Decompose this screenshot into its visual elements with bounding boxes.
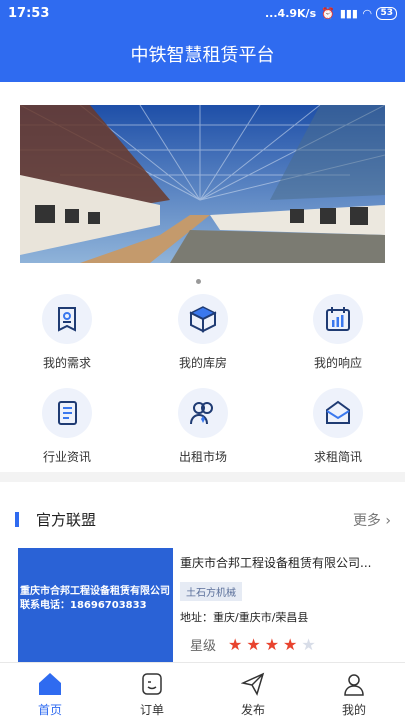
alarm-icon: ⏰ — [321, 6, 335, 20]
news-icon — [58, 401, 77, 425]
tab-orders[interactable]: 订单 — [122, 671, 182, 718]
battery-icon: 53 — [376, 6, 397, 20]
section-accent-bar — [15, 512, 19, 527]
order-icon — [142, 673, 162, 695]
star-rating: ★★★★★ — [228, 635, 320, 654]
more-link[interactable]: 更多 › — [353, 510, 391, 530]
send-icon — [241, 672, 265, 696]
box-icon — [189, 306, 217, 333]
carousel-indicator[interactable] — [196, 279, 201, 284]
star-icon: ★ — [264, 635, 284, 654]
bottom-tab-bar: 首页 订单 发布 我的 — [0, 662, 405, 720]
user-icon — [344, 674, 364, 696]
section-title: 官方联盟 — [36, 511, 97, 529]
status-bar: 17:53 ...4.9K/s ⏰ ▮▮▮ ◠ 53 — [0, 0, 405, 26]
network-speed: ...4.9K/s — [265, 6, 317, 20]
company-name: 重庆市合邦工程设备租赁有限公司... — [180, 556, 372, 570]
grid-item-label: 行业资讯 — [42, 450, 91, 464]
divider — [0, 472, 405, 482]
banner-carousel[interactable] — [20, 105, 385, 263]
grid-item-label: 求租简讯 — [313, 450, 362, 464]
tab-mine[interactable]: 我的 — [324, 671, 384, 718]
signal-icon: ▮▮▮ — [339, 6, 358, 20]
company-address: 地址：重庆/重庆市/荣昌县 — [180, 611, 309, 624]
grid-item-label: 出租市场 — [178, 450, 227, 464]
grid-item-rental-brief[interactable]: 求租简讯 — [283, 388, 393, 468]
category-tag: 土石方机械 — [180, 582, 242, 601]
star-icon: ★ — [246, 635, 265, 654]
status-time: 17:53 — [8, 5, 50, 21]
tab-publish[interactable]: 发布 — [223, 671, 283, 718]
star-icon: ★ — [228, 635, 247, 654]
grid-item-rental-market[interactable]: 出租市场 — [148, 388, 258, 468]
chevron-right-icon: › — [385, 513, 391, 529]
alliance-card[interactable]: 重庆市合邦工程设备租赁有限公司 联系电话：18696703833 重庆市合邦工程… — [18, 548, 388, 666]
tab-home[interactable]: 首页 — [20, 671, 80, 718]
rating: 星级 ★★★★★ — [190, 635, 320, 654]
grid-item-label: 我的库房 — [178, 356, 227, 370]
grid-item-my-response[interactable]: 我的响应 — [283, 294, 393, 374]
section-header: 官方联盟 更多 › — [0, 505, 405, 535]
company-image: 重庆市合邦工程设备租赁有限公司 联系电话：18696703833 — [18, 548, 173, 666]
grid-item-my-warehouse[interactable]: 我的库房 — [148, 294, 258, 374]
mail-icon — [326, 400, 350, 424]
page-title: 中铁智慧租赁平台 — [130, 45, 275, 66]
doc-badge-icon — [58, 307, 76, 332]
people-icon — [190, 402, 213, 425]
grid-item-label: 我的响应 — [313, 356, 362, 370]
grid-item-label: 我的需求 — [42, 356, 91, 370]
star-icon: ★ — [301, 635, 320, 654]
grid-item-my-demand[interactable]: 我的需求 — [12, 294, 122, 374]
star-icon: ★ — [283, 635, 302, 654]
home-icon — [39, 673, 61, 695]
grid-item-industry-news[interactable]: 行业资讯 — [12, 388, 122, 468]
wifi-icon: ◠ — [363, 6, 372, 20]
calendar-chart-icon — [326, 307, 350, 331]
train-station-image — [20, 105, 385, 263]
app-header: 中铁智慧租赁平台 — [0, 26, 405, 82]
rating-label: 星级 — [190, 639, 217, 654]
